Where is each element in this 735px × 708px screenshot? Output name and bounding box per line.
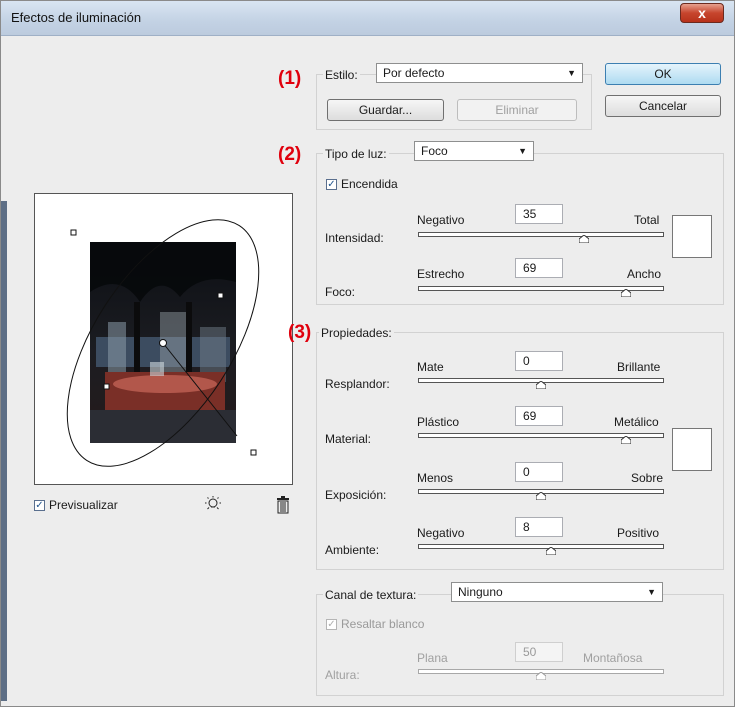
light-color-swatch[interactable]	[672, 215, 712, 258]
lighting-effects-dialog: Efectos de iluminación x ✓ Previsualizar…	[0, 0, 735, 707]
altura-value-field[interactable]: 50	[515, 642, 563, 662]
propiedades-label: Propiedades:	[319, 326, 394, 340]
intensidad-max-label: Total	[634, 213, 660, 227]
material-slider[interactable]	[418, 433, 664, 445]
preview-checkbox-label: Previsualizar	[49, 498, 118, 512]
resaltar-blanco-label: Resaltar blanco	[341, 617, 425, 631]
slider-track	[418, 232, 664, 237]
estilo-dropdown[interactable]: Por defecto ▼	[376, 63, 583, 83]
exposicion-min-label: Menos	[417, 471, 454, 485]
resaltar-blanco-checkbox[interactable]: ✓ Resaltar blanco	[326, 617, 424, 631]
estilo-value: Por defecto	[383, 66, 445, 80]
intensidad-value-field[interactable]: 35	[515, 204, 563, 224]
slider-thumb[interactable]	[620, 289, 631, 297]
resplandor-label: Resplandor:	[325, 377, 390, 391]
preview-photo	[90, 242, 236, 443]
canal-textura-label: Canal de textura:	[323, 588, 419, 602]
tipo-de-luz-group	[316, 153, 724, 305]
background-window-edge	[1, 201, 7, 701]
chevron-down-icon: ▼	[647, 587, 656, 597]
encendida-checkbox[interactable]: ✓ Encendida	[326, 177, 398, 191]
exposicion-value-field[interactable]: 0	[515, 462, 563, 482]
title-bar: Efectos de iluminación x	[1, 1, 734, 36]
foco-min-label: Estrecho	[417, 267, 465, 281]
encendida-checkbox-box[interactable]: ✓	[326, 178, 337, 190]
tipo-de-luz-dropdown[interactable]: Foco ▼	[414, 141, 534, 161]
exposicion-label: Exposición:	[325, 488, 387, 502]
ambiente-max-label: Positivo	[617, 526, 660, 540]
resplandor-min-label: Mate	[417, 360, 444, 374]
annotation-3: (3)	[288, 322, 312, 343]
annotation-1: (1)	[278, 68, 302, 89]
ambiente-min-label: Negativo	[417, 526, 465, 540]
chevron-down-icon: ▼	[518, 146, 527, 156]
resplandor-value-field[interactable]: 0	[515, 351, 563, 371]
material-max-label: Metálico	[614, 415, 659, 429]
slider-thumb[interactable]	[545, 547, 556, 555]
canal-textura-dropdown[interactable]: Ninguno ▼	[451, 582, 663, 602]
exposicion-slider[interactable]	[418, 489, 664, 501]
trash-icon[interactable]	[275, 496, 291, 514]
ambient-color-swatch[interactable]	[672, 428, 712, 471]
estilo-label: Estilo:	[323, 68, 360, 82]
ambiente-slider[interactable]	[418, 544, 664, 556]
annotation-2: (2)	[278, 144, 302, 165]
foco-value-field[interactable]: 69	[515, 258, 563, 278]
resaltar-blanco-checkbox-box[interactable]: ✓	[326, 618, 337, 630]
material-label: Material:	[325, 432, 372, 446]
intensidad-slider[interactable]	[418, 232, 664, 244]
intensidad-min-label: Negativo	[417, 213, 465, 227]
foco-max-label: Ancho	[627, 267, 662, 281]
close-button[interactable]: x	[680, 3, 724, 23]
slider-thumb[interactable]	[620, 436, 631, 444]
altura-max-label: Montañosa	[583, 651, 643, 665]
foco-slider[interactable]	[418, 286, 664, 298]
guardar-button[interactable]: Guardar...	[327, 99, 444, 121]
resplandor-max-label: Brillante	[617, 360, 661, 374]
eliminar-button[interactable]: Eliminar	[457, 99, 577, 121]
intensidad-label: Intensidad:	[325, 231, 384, 245]
preview-checkbox-box[interactable]: ✓	[34, 499, 45, 511]
light-bulb-icon[interactable]	[204, 495, 222, 513]
encendida-label: Encendida	[341, 177, 398, 191]
cancel-button[interactable]: Cancelar	[605, 95, 721, 117]
canal-textura-value: Ninguno	[458, 585, 503, 599]
slider-thumb[interactable]	[536, 492, 546, 500]
tipo-de-luz-value: Foco	[421, 144, 448, 158]
material-value-field[interactable]: 69	[515, 406, 563, 426]
slider-thumb[interactable]	[536, 381, 546, 389]
slider-track	[418, 544, 664, 549]
window-title: Efectos de iluminación	[11, 10, 142, 25]
resplandor-slider[interactable]	[418, 378, 664, 390]
foco-label: Foco:	[325, 285, 356, 299]
altura-slider[interactable]	[418, 669, 664, 681]
altura-min-label: Plana	[417, 651, 448, 665]
ambiente-label: Ambiente:	[325, 543, 380, 557]
preview-checkbox[interactable]: ✓ Previsualizar	[34, 498, 118, 512]
ambiente-value-field[interactable]: 8	[515, 517, 563, 537]
slider-thumb[interactable]	[536, 672, 546, 680]
tipo-de-luz-label: Tipo de luz:	[323, 147, 389, 161]
altura-label: Altura:	[325, 668, 360, 682]
chevron-down-icon: ▼	[567, 68, 576, 78]
material-min-label: Plástico	[417, 415, 460, 429]
slider-thumb[interactable]	[579, 235, 590, 243]
ok-button[interactable]: OK	[605, 63, 721, 85]
exposicion-max-label: Sobre	[631, 471, 664, 485]
